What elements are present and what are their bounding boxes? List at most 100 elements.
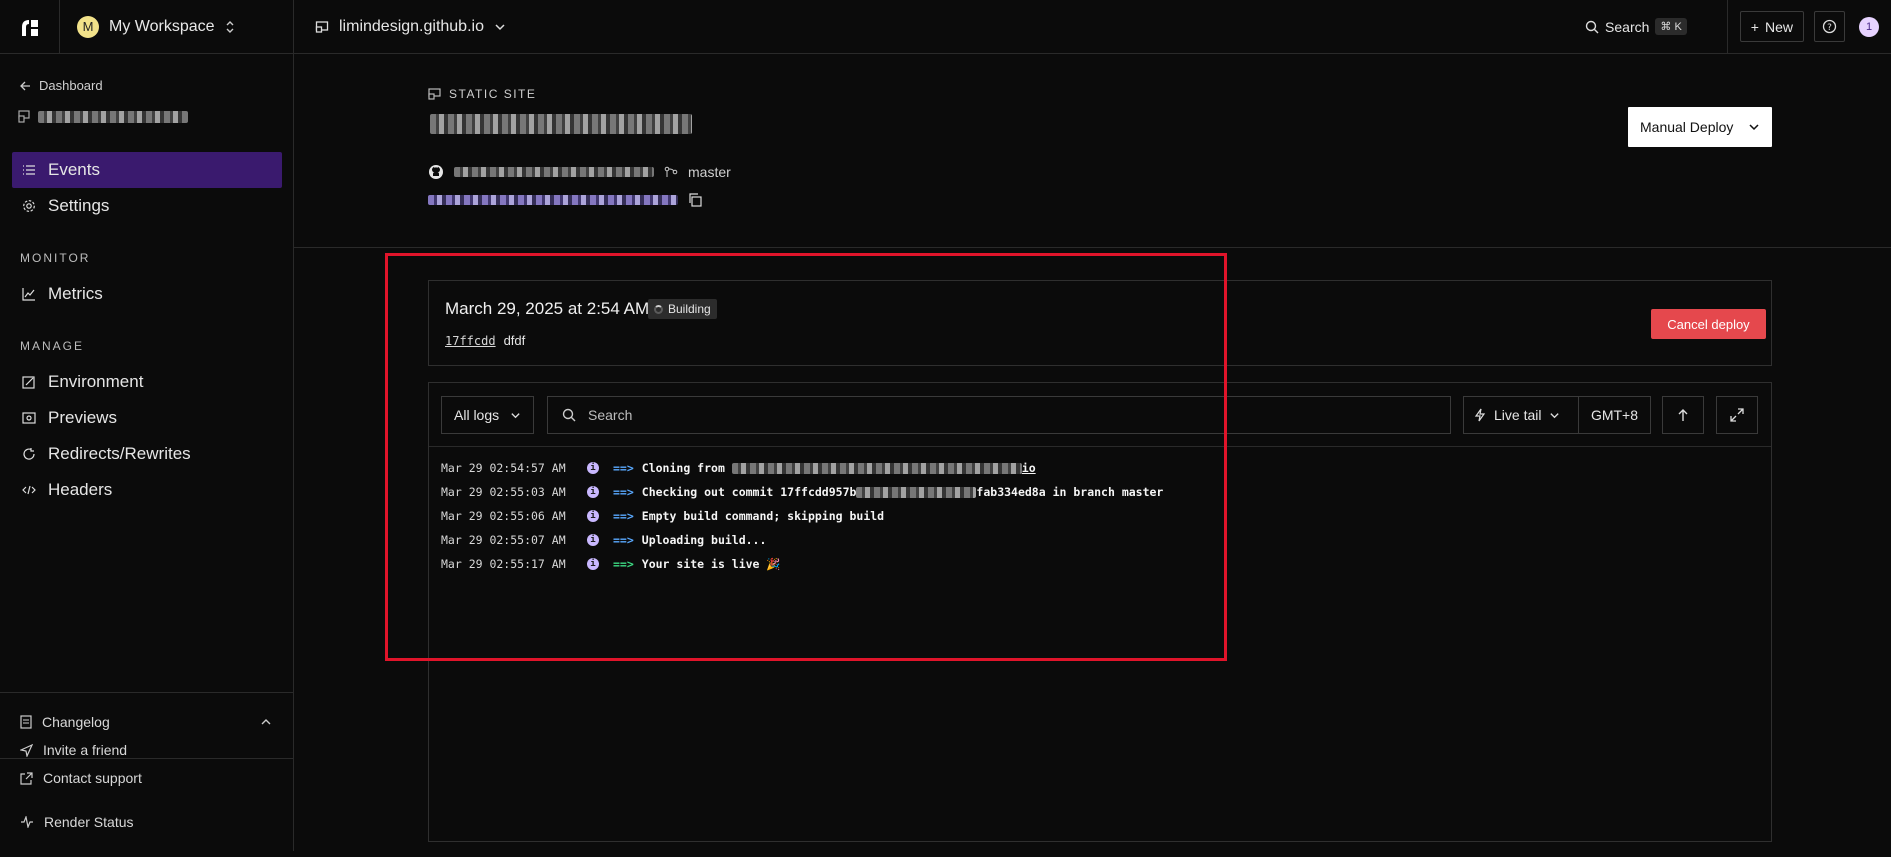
section-monitor: MONITOR <box>20 251 91 265</box>
plus-icon: + <box>1750 18 1759 35</box>
live-tail-label: Live tail <box>1494 407 1542 423</box>
dashboard-back-link[interactable]: Dashboard <box>20 78 103 93</box>
static-site-icon <box>428 88 441 100</box>
spinner-icon <box>654 304 663 314</box>
log-timestamp: Mar 29 02:55:07 AM <box>441 533 566 547</box>
sidebar-item-label: Headers <box>48 480 113 499</box>
new-button[interactable]: + New <box>1739 11 1804 42</box>
document-icon <box>20 715 32 729</box>
log-timestamp: Mar 29 02:55:17 AM <box>441 557 566 571</box>
external-link-icon <box>20 771 33 785</box>
branch-icon <box>664 166 678 177</box>
log-search-placeholder: Search <box>588 407 633 423</box>
sidebar-item-label: Redirects/Rewrites <box>48 444 191 463</box>
redacted-site-url[interactable] <box>428 195 678 205</box>
info-icon: i <box>587 486 599 498</box>
sidebar-item-label: Events <box>48 160 100 179</box>
log-line: Mar 29 02:55:03 AM i ==> Checking out co… <box>441 480 1163 504</box>
global-search-button[interactable]: Search ⌘ K <box>1585 18 1687 35</box>
redacted-commit-sha <box>856 486 977 498</box>
log-arrow: ==> <box>613 461 634 475</box>
service-title <box>430 114 692 138</box>
code-icon <box>22 485 36 495</box>
contact-support-link[interactable]: Contact support <box>20 770 142 786</box>
activity-icon <box>21 816 33 828</box>
redirect-icon <box>23 448 35 460</box>
repo-row: master <box>428 164 731 180</box>
log-message: Cloning from <box>641 461 732 475</box>
back-label: Dashboard <box>39 78 103 93</box>
copy-icon[interactable] <box>688 193 702 207</box>
scroll-top-button[interactable] <box>1662 396 1704 434</box>
preview-icon <box>22 412 36 424</box>
log-arrow: ==> <box>613 509 634 523</box>
sidebar-item-previews[interactable]: Previews <box>12 400 282 436</box>
search-icon <box>562 408 576 422</box>
chart-icon <box>22 288 35 301</box>
log-message-tail: io <box>1021 461 1036 475</box>
sidebar-item-metrics[interactable]: Metrics <box>12 276 282 312</box>
sidebar-item-headers[interactable]: Headers <box>12 472 282 508</box>
service-type: STATIC SITE <box>428 87 536 101</box>
svg-text:?: ? <box>1827 23 1832 33</box>
sidebar-item-events[interactable]: Events <box>12 152 282 188</box>
help-button[interactable]: ? <box>1814 11 1845 42</box>
cancel-deploy-button[interactable]: Cancel deploy <box>1651 309 1766 339</box>
status-label: Building <box>668 302 711 316</box>
timezone-button[interactable]: GMT+8 <box>1578 396 1651 434</box>
deploy-card: March 29, 2025 at 2:54 AM Building 17ffc… <box>428 280 1772 366</box>
search-icon <box>1585 20 1599 33</box>
github-icon <box>429 165 443 179</box>
chevron-down-icon <box>511 412 520 418</box>
redacted-repo-url <box>731 462 1022 474</box>
log-filter-select[interactable]: All logs <box>441 396 534 434</box>
sidebar-item-redirects[interactable]: Redirects/Rewrites <box>12 436 282 472</box>
info-icon: i <box>587 558 599 570</box>
branch-name: master <box>688 164 731 180</box>
log-toolbar: All logs Search Live tail GMT+8 <box>429 383 1771 447</box>
redacted-service-title <box>430 114 692 134</box>
live-tail-button[interactable]: Live tail <box>1463 396 1579 434</box>
log-search-input[interactable]: Search <box>547 396 1451 434</box>
service-name <box>18 110 188 124</box>
static-site-icon <box>315 20 329 33</box>
divider <box>1726 0 1728 53</box>
manual-deploy-label: Manual Deploy <box>1640 119 1734 135</box>
commit-hash-link[interactable]: 17ffcdd <box>445 334 496 348</box>
new-label: New <box>1764 18 1793 35</box>
commit-message: dfdf <box>503 333 526 348</box>
env-icon <box>22 376 35 389</box>
arrow-up-icon <box>1678 409 1688 421</box>
divider <box>0 758 293 759</box>
log-message: Checking out commit 17ffcdd957b <box>641 485 857 499</box>
invite-label: Invite a friend <box>43 742 128 758</box>
log-timestamp: Mar 29 02:55:03 AM <box>441 485 566 499</box>
fullscreen-button[interactable] <box>1716 396 1758 434</box>
log-arrow: ==> <box>613 557 634 571</box>
sidebar-item-environment[interactable]: Environment <box>12 364 282 400</box>
sidebar-item-label: Settings <box>48 196 110 215</box>
log-message: Uploading build... <box>641 533 767 547</box>
notification-badge[interactable]: 1 <box>1859 16 1879 37</box>
static-site-icon <box>18 110 30 123</box>
log-arrow: ==> <box>613 533 634 547</box>
changelog-toggle[interactable]: Changelog <box>20 714 272 730</box>
invite-friend-link[interactable]: Invite a friend <box>20 742 127 758</box>
render-logo[interactable] <box>0 0 60 53</box>
render-status-link[interactable]: Render Status <box>20 814 134 830</box>
info-icon: i <box>587 462 599 474</box>
log-line: Mar 29 02:55:07 AM i ==> Uploading build… <box>441 528 1163 552</box>
send-icon <box>20 743 33 757</box>
sidebar-item-label: Metrics <box>48 284 103 303</box>
arrow-left-icon <box>20 81 30 90</box>
workspace-switcher[interactable]: M My Workspace <box>60 0 294 53</box>
support-label: Contact support <box>43 770 142 786</box>
log-timestamp: Mar 29 02:54:57 AM <box>441 461 566 475</box>
site-switcher[interactable]: limindesign.github.io <box>315 0 506 53</box>
workspace-name: My Workspace <box>109 17 215 35</box>
log-timestamp: Mar 29 02:55:06 AM <box>441 509 566 523</box>
sidebar-item-settings[interactable]: Settings <box>12 188 282 224</box>
section-manage: MANAGE <box>20 339 85 353</box>
redacted-repo-link[interactable] <box>454 167 654 177</box>
manual-deploy-button[interactable]: Manual Deploy <box>1628 107 1772 147</box>
